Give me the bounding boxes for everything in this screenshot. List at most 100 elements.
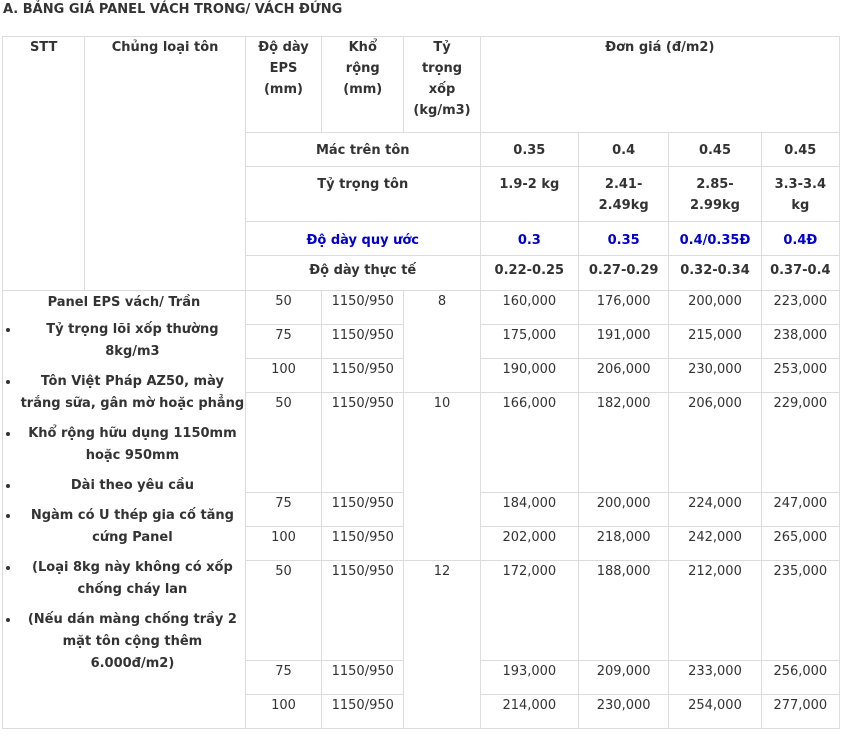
tt-value: 2.85- 2.99kg <box>668 166 762 222</box>
list-item: Tôn Việt Pháp AZ50, mày trắng sữa, gân m… <box>20 371 245 415</box>
price-cell: 200,000 <box>668 290 762 325</box>
price-table: STT Chủng loại tôn Độ dày EPS (mm) Khổ r… <box>1 36 841 729</box>
price-cell: 224,000 <box>668 492 762 527</box>
price-cell: 182,000 <box>577 392 670 493</box>
price-cell: 184,000 <box>479 492 580 527</box>
header-density-line: Tỷ <box>433 40 451 55</box>
width-cell: 1150/950 <box>321 526 405 561</box>
mac-value: 0.4 <box>577 132 670 167</box>
mac-value: 0.35 <box>479 132 580 167</box>
header-thickness-line: Độ dày <box>258 40 309 55</box>
page-title: A. BẢNG GIÁ PANEL VÁCH TRONG/ VÁCH ĐỨNG <box>3 2 343 17</box>
header-thickness-line: (mm) <box>263 82 303 97</box>
price-cell: 218,000 <box>577 526 670 561</box>
price-cell: 206,000 <box>577 358 670 393</box>
price-cell: 191,000 <box>577 324 670 359</box>
list-item: Ngàm có U thép gia cố tăng cứng Panel <box>20 505 245 549</box>
label-ty-trong-ton: Tỷ trọng tôn <box>244 166 481 222</box>
width-cell: 1150/950 <box>321 392 405 493</box>
tt-value-line: 3.3-3.4 <box>774 177 827 192</box>
header-stt: STT <box>1 36 86 291</box>
price-cell: 172,000 <box>479 560 580 661</box>
thickness-cell: 75 <box>244 660 323 695</box>
header-density-line: (kg/m3) <box>413 103 471 118</box>
dt-value: 0.27-0.29 <box>577 255 670 291</box>
thickness-cell: 50 <box>244 392 323 493</box>
price-cell: 223,000 <box>760 290 841 325</box>
product-title: Panel EPS vách/ Trần <box>47 295 201 310</box>
price-cell: 215,000 <box>668 324 762 359</box>
header-type: Chủng loại tôn <box>84 36 246 291</box>
list-item: Khổ rộng hữu dụng 1150mm hoặc 950mm <box>20 423 245 467</box>
price-cell: 230,000 <box>577 694 670 729</box>
thickness-cell: 75 <box>244 492 323 527</box>
price-cell: 193,000 <box>479 660 580 695</box>
list-item: (Nếu dán màng chống trầy 2 mặt tôn cộng … <box>20 609 245 675</box>
width-cell: 1150/950 <box>321 324 405 359</box>
price-cell: 235,000 <box>760 560 841 661</box>
thickness-cell: 50 <box>244 290 323 325</box>
dq-value: 0.3 <box>479 221 580 256</box>
header-width-line: rộng <box>345 61 380 76</box>
header-density-line: trọng <box>421 61 463 76</box>
density-cell: 12 <box>403 560 481 729</box>
price-cell: 242,000 <box>668 526 762 561</box>
header-width-line: (mm) <box>343 82 383 97</box>
price-cell: 206,000 <box>668 392 762 493</box>
price-cell: 230,000 <box>668 358 762 393</box>
density-cell: 8 <box>403 290 481 393</box>
tt-value-line: 2.41- <box>604 177 643 192</box>
price-cell: 214,000 <box>479 694 580 729</box>
price-cell: 277,000 <box>760 694 841 729</box>
price-cell: 166,000 <box>479 392 580 493</box>
price-cell: 229,000 <box>760 392 841 493</box>
label-mac: Mác trên tôn <box>244 132 481 167</box>
width-cell: 1150/950 <box>321 694 405 729</box>
header-row: STT Chủng loại tôn Độ dày EPS (mm) Khổ r… <box>1 36 841 291</box>
dq-value: 0.4Đ <box>760 221 841 256</box>
header-thickness-line: EPS <box>269 61 298 76</box>
price-cell: 202,000 <box>479 526 580 561</box>
thickness-cell: 75 <box>244 324 323 359</box>
tt-value: 1.9-2 kg <box>479 166 580 222</box>
header-width: Khổ rộng (mm) <box>321 36 405 133</box>
tt-value: 2.41- 2.49kg <box>577 166 670 222</box>
header-width-line: Khổ <box>348 40 377 55</box>
price-cell: 238,000 <box>760 324 841 359</box>
width-cell: 1150/950 <box>321 290 405 325</box>
mac-value: 0.45 <box>668 132 762 167</box>
header-price: Đơn giá (đ/m2) <box>479 36 841 133</box>
dt-value: 0.32-0.34 <box>668 255 762 291</box>
price-cell: 233,000 <box>668 660 762 695</box>
list-item: (Loại 8kg này không có xốp chống cháy la… <box>20 557 245 601</box>
product-description: Panel EPS vách/ Trần Tỷ trọng lõi xốp th… <box>2 290 246 729</box>
price-cell: 190,000 <box>479 358 580 393</box>
price-cell: 256,000 <box>760 660 841 695</box>
table-row: Panel EPS vách/ Trần Tỷ trọng lõi xốp th… <box>2 290 841 729</box>
dt-value: 0.22-0.25 <box>479 255 580 291</box>
tt-value-line: 1.9-2 kg <box>499 177 560 192</box>
list-item: Dài theo yêu cầu <box>20 475 245 497</box>
thickness-cell: 100 <box>244 358 323 393</box>
width-cell: 1150/950 <box>321 660 405 695</box>
price-cell: 200,000 <box>577 492 670 527</box>
tt-value-line: 2.99kg <box>689 198 740 213</box>
thickness-cell: 50 <box>244 560 323 661</box>
product-bullets: Tỷ trọng lõi xốp thường 8kg/m3 Tôn Việt … <box>3 319 245 675</box>
price-cell: 209,000 <box>577 660 670 695</box>
label-do-day-thuc-te: Độ dày thực tế <box>244 255 481 291</box>
header-thickness: Độ dày EPS (mm) <box>244 36 323 133</box>
dq-value: 0.35 <box>577 221 670 256</box>
label-do-day-quy-uoc: Độ dày quy ước <box>244 221 481 256</box>
tt-value-line: 2.49kg <box>598 198 649 213</box>
dt-value: 0.37-0.4 <box>760 255 841 291</box>
price-cell: 176,000 <box>577 290 670 325</box>
header-density-line: xốp <box>428 82 456 97</box>
price-cell: 265,000 <box>760 526 841 561</box>
width-cell: 1150/950 <box>321 560 405 661</box>
price-cell: 175,000 <box>479 324 580 359</box>
density-cell: 10 <box>403 392 481 561</box>
thickness-cell: 100 <box>244 694 323 729</box>
price-cell: 254,000 <box>668 694 762 729</box>
width-cell: 1150/950 <box>321 492 405 527</box>
